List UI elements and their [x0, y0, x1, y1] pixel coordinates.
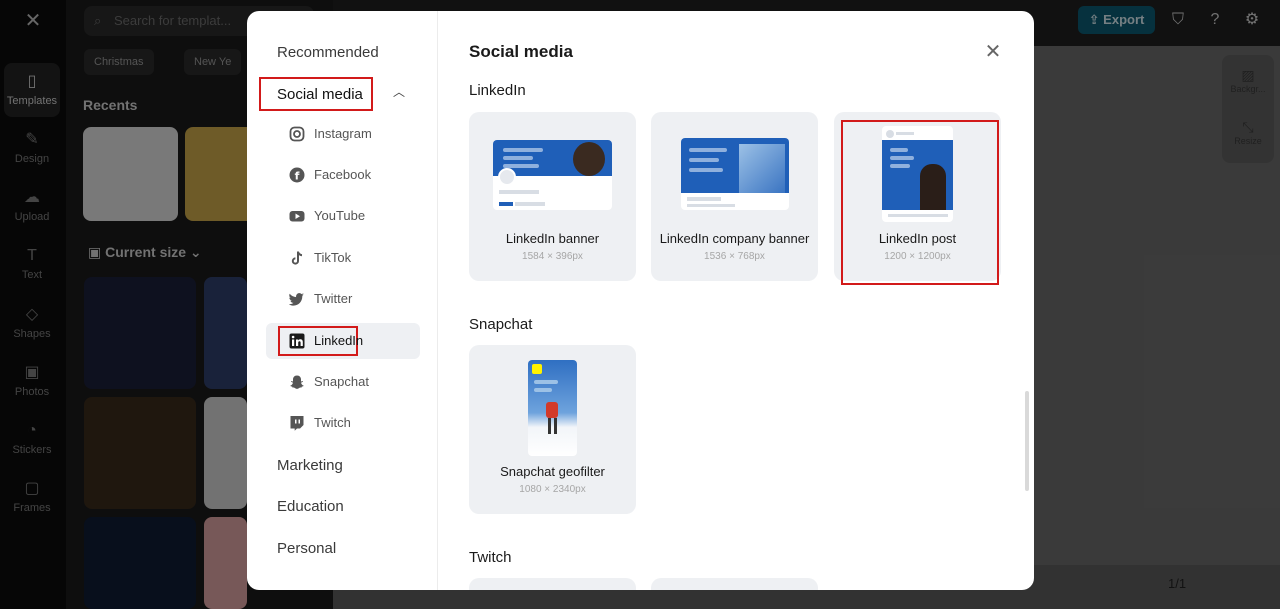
category-recommended[interactable]: Recommended — [277, 44, 379, 61]
subcategory-label: Twitter — [314, 291, 353, 306]
modal-scrollbar[interactable] — [1025, 391, 1029, 491]
modal-sidebar: Recommended Social media ︿ Instagram f F… — [247, 11, 438, 590]
tiktok-icon — [291, 251, 303, 265]
snapchat-icon — [290, 375, 304, 389]
card-size: 1536 × 768px — [704, 251, 765, 262]
snapchat-geofilter-preview — [528, 360, 577, 456]
instagram-icon — [289, 126, 305, 142]
category-marketing[interactable]: Marketing — [277, 457, 343, 474]
chevron-up-icon[interactable]: ︿ — [393, 86, 405, 98]
category-social-media[interactable]: Social media — [259, 77, 373, 111]
linkedin-company-banner-preview — [681, 138, 789, 210]
facebook-icon: f — [289, 167, 305, 183]
subcategory-label: Instagram — [314, 126, 372, 141]
modal-content: Social media ✕ LinkedIn LinkedIn banner … — [438, 11, 1034, 590]
template-card-linkedin-banner[interactable]: LinkedIn banner 1584 × 396px — [469, 112, 636, 281]
section-title-snapchat: Snapchat — [469, 316, 533, 333]
category-personal[interactable]: Personal — [277, 540, 336, 557]
subcategory-label: YouTube — [314, 208, 366, 223]
youtube-icon — [289, 211, 305, 222]
card-size: 1584 × 396px — [522, 251, 583, 262]
card-name: Snapchat geofilter — [500, 464, 605, 479]
template-card-twitch[interactable] — [651, 578, 818, 590]
template-size-modal: Recommended Social media ︿ Instagram f F… — [247, 11, 1034, 590]
twitch-icon — [290, 416, 304, 431]
template-card-twitch[interactable] — [469, 578, 636, 590]
template-card-snapchat-geofilter[interactable]: Snapchat geofilter 1080 × 2340px — [469, 345, 636, 514]
subcategory-label: TikTok — [314, 250, 352, 265]
subcategory-label: Twitch — [314, 415, 351, 430]
svg-text:f: f — [295, 170, 300, 183]
twitter-icon — [289, 293, 304, 306]
card-size: 1080 × 2340px — [519, 484, 586, 495]
card-name: LinkedIn company banner — [659, 231, 810, 246]
subcategory-label: Snapchat — [314, 374, 369, 389]
modal-title: Social media — [469, 42, 573, 61]
selected-card-outline — [841, 120, 999, 285]
linkedin-banner-preview — [493, 140, 612, 210]
section-title-linkedin: LinkedIn — [469, 82, 526, 99]
linkedin-icon — [289, 333, 305, 349]
subcategory-label: LinkedIn — [314, 333, 364, 348]
template-card-linkedin-company-banner[interactable]: LinkedIn company banner 1536 × 768px — [651, 112, 818, 281]
category-social-media-label: Social media — [277, 86, 363, 103]
subcategory-label: Facebook — [314, 167, 372, 182]
section-title-twitch: Twitch — [469, 549, 512, 566]
category-education[interactable]: Education — [277, 498, 344, 515]
close-icon[interactable]: ✕ — [983, 42, 1003, 62]
card-name: LinkedIn banner — [505, 231, 600, 246]
